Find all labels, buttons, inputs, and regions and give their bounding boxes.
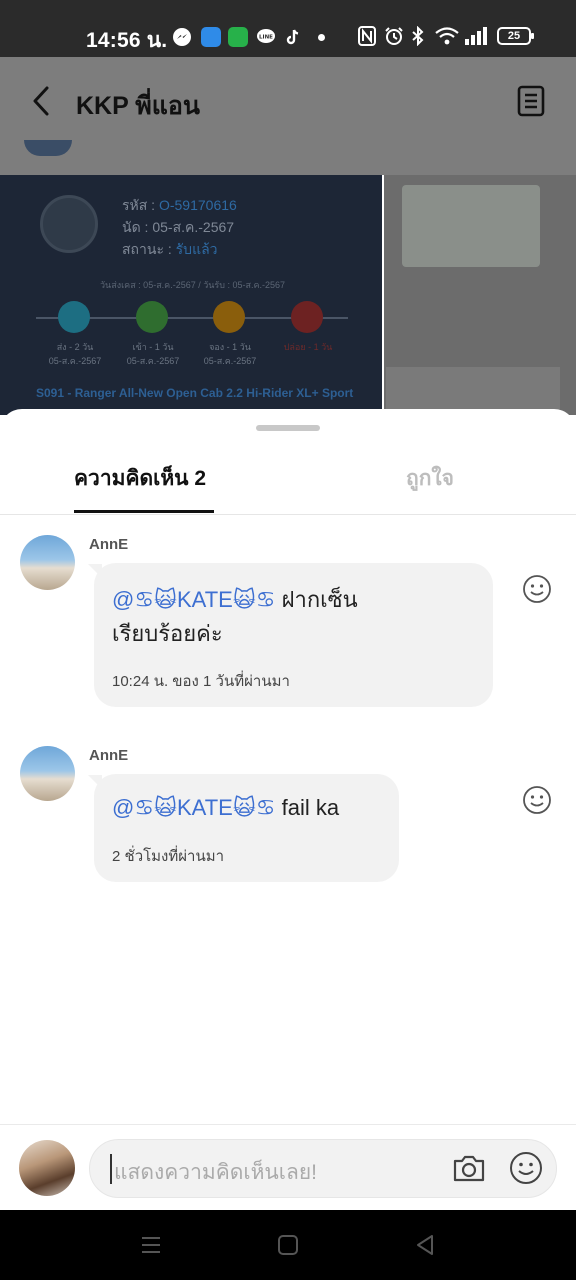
sheet-drag-handle[interactable] — [256, 425, 320, 431]
svg-text:LINE: LINE — [259, 35, 273, 41]
nfc-icon — [358, 26, 376, 51]
input-divider — [0, 1124, 576, 1125]
dealer-logo — [40, 195, 98, 253]
post-code-value: O-59170616 — [158, 197, 237, 213]
step-release-icon — [291, 301, 323, 333]
notes-document-icon[interactable] — [516, 84, 546, 118]
post-status-label: สถานะ : — [122, 241, 176, 257]
status-bar: 14:56 น. LINE 25 — [0, 0, 576, 57]
comment-text-line1: ฝากเซ็น — [275, 587, 358, 612]
step-release-label: ปล่อย - 1 วัน — [283, 342, 333, 352]
wifi-icon — [434, 26, 460, 51]
green-app-icon — [228, 27, 248, 47]
post-code-line: รหัส : O-59170616 — [122, 195, 237, 217]
active-tab-indicator — [74, 510, 214, 513]
comment-mention[interactable]: @♋🙀KATE🙀♋ — [112, 587, 275, 612]
step-enter-icon — [136, 301, 168, 333]
document-image — [386, 367, 560, 409]
signal-icon — [464, 26, 488, 51]
comment-author[interactable]: AnnE — [89, 747, 128, 764]
camera-icon[interactable] — [452, 1152, 486, 1184]
post-status-value: รับแล้ว — [175, 241, 218, 257]
step-enter-label: เข้า - 1 วัน 05-ส.ค.-2567 — [126, 342, 180, 366]
back-arrow-icon[interactable] — [28, 84, 58, 118]
chat-title: KKP พี่แอน — [76, 92, 200, 120]
step-book-icon — [213, 301, 245, 333]
step-send-label: ส่ง - 2 วัน 05-ส.ค.-2567 — [48, 342, 102, 366]
alarm-icon — [384, 26, 404, 51]
post-dates-line: วันส่งเคส : 05-ส.ค.-2567 / วันรับ : 05-ส… — [100, 280, 286, 290]
comment-time: 2 ชั่วโมงที่ผ่านมา — [112, 848, 225, 865]
comment-avatar[interactable] — [20, 746, 75, 801]
car-model: S091 - Ranger All-New Open Cab 2.2 Hi-Ri… — [36, 386, 354, 400]
comment-time: 10:24 น. ของ 1 วันที่ผ่านมา — [112, 673, 290, 690]
text-cursor — [110, 1154, 112, 1184]
id-card-image — [402, 185, 540, 267]
post-code-label: รหัส : — [122, 197, 159, 213]
comment-avatar[interactable] — [20, 535, 75, 590]
messenger-icon — [172, 27, 192, 47]
post-date-line: นัด : 05-ส.ค.-2567 — [122, 219, 235, 235]
emoji-icon[interactable] — [509, 1151, 543, 1185]
battery-indicator: 25 — [497, 27, 534, 45]
comment-author[interactable]: AnnE — [89, 536, 128, 553]
post-status-line: สถานะ : รับแล้ว — [122, 239, 218, 261]
tiktok-icon — [283, 27, 303, 47]
react-emoji-icon[interactable] — [522, 785, 552, 815]
recents-menu-icon[interactable] — [138, 1232, 164, 1258]
status-time: 14:56 น. — [86, 29, 168, 52]
comment-text-line2: เรียบร้อยค่ะ — [112, 621, 223, 646]
more-notifications-dot — [318, 34, 325, 41]
blue-app-icon — [201, 27, 221, 47]
react-emoji-icon[interactable] — [522, 574, 552, 604]
step-book-label: จอง - 1 วัน 05-ส.ค.-2567 — [203, 342, 257, 366]
back-triangle-icon[interactable] — [412, 1232, 438, 1258]
comment-text-line1: fail ka — [275, 795, 340, 820]
step-send-icon — [58, 301, 90, 333]
tab-divider — [0, 514, 576, 515]
comment-text: @♋🙀KATE🙀♋ ฝากเซ็น เรียบร้อยค่ะ — [112, 583, 358, 651]
tab-likes[interactable]: ถูกใจ — [406, 462, 454, 495]
current-user-avatar — [19, 1140, 75, 1196]
home-square-icon[interactable] — [275, 1232, 301, 1258]
comment-mention[interactable]: @♋🙀KATE🙀♋ — [112, 795, 275, 820]
line-icon: LINE — [256, 27, 276, 47]
comment-input-placeholder[interactable]: แสดงความคิดเห็นเลย! — [114, 1156, 317, 1189]
bluetooth-icon — [410, 25, 426, 51]
comment-text: @♋🙀KATE🙀♋ fail ka — [112, 791, 339, 825]
tab-comments[interactable]: ความคิดเห็น 2 — [74, 462, 206, 495]
